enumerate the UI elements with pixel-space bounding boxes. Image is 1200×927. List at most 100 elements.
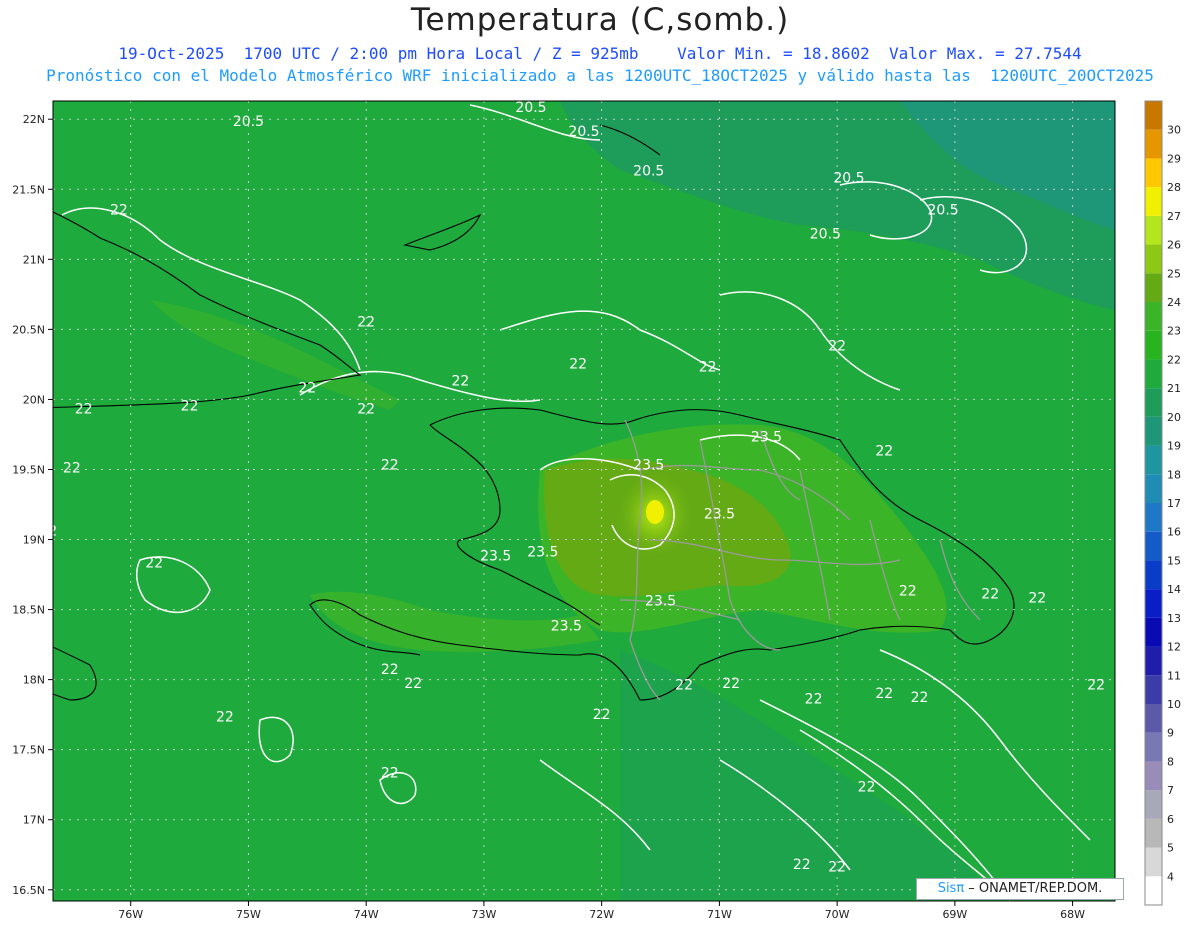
colorbar-level-label: 26: [1167, 239, 1181, 252]
colorbar-swatch: [1145, 187, 1162, 216]
colorbar-level-label: 21: [1167, 382, 1181, 395]
latitude-tick-label: 19.5N: [12, 463, 45, 476]
colorbar-swatch: [1145, 675, 1162, 704]
latitude-tick-label: 21N: [23, 253, 45, 266]
colorbar-level-label: 16: [1167, 526, 1181, 539]
longitude-tick-label: 76W: [118, 908, 143, 921]
latitude-tick-label: 17N: [23, 814, 45, 827]
longitude-tick-label: 74W: [354, 908, 379, 921]
contour-label: 22: [63, 460, 81, 476]
contour-label: 22: [805, 691, 823, 707]
colorbar-swatch: [1145, 273, 1162, 302]
contour-label: 20.5: [928, 202, 959, 218]
colorbar-swatch: [1145, 847, 1162, 877]
latitude-tick-label: 21.5N: [12, 183, 45, 196]
contour-label: 22: [1087, 677, 1105, 693]
colorbar-swatch: [1145, 388, 1162, 417]
colorbar: 4 5 6 7 8 9 10 11 12 13 14 15 16 17 18 19 20 21 22 23 24 25 26…: [1144, 100, 1181, 906]
longitude-tick-label: 75W: [236, 908, 261, 921]
contour-label: 23.5: [527, 544, 558, 560]
colorbar-swatch: [1145, 761, 1162, 791]
colorbar-level-label: 8: [1167, 755, 1174, 768]
colorbar-swatch: [1145, 646, 1162, 676]
colorbar-level-label: 22: [1167, 353, 1181, 366]
contour-label: 23.5: [704, 507, 735, 523]
contour-label: 23.5: [551, 619, 582, 635]
colorbar-swatch: [1145, 732, 1162, 762]
colorbar-swatch: [1145, 244, 1162, 274]
contour-label: 22: [675, 677, 693, 693]
credit-logo: Sisπ: [937, 881, 965, 896]
contour-label: 22: [828, 860, 846, 876]
contour-label: 22: [899, 584, 917, 600]
contour-label: 22: [110, 202, 128, 218]
contour-label: 20.5: [633, 163, 664, 179]
contour-label: 23.5: [480, 549, 511, 565]
colorbar-swatch: [1145, 101, 1162, 130]
colorbar-level-label: 15: [1167, 554, 1181, 567]
contour-label: 23.5: [645, 593, 676, 609]
contour-label: 22: [722, 676, 740, 692]
contour-label: 22: [381, 662, 399, 678]
contour-label: 20.5: [233, 114, 264, 130]
colorbar-level-label: 12: [1167, 641, 1181, 654]
colorbar-level-label: 30: [1167, 124, 1181, 137]
temperature-map: 20.5 20.5 20.5 20.5 20.5 20.5 20.5 22 22 22 22 22 22…: [12, 100, 1181, 921]
colorbar-swatch: [1145, 818, 1162, 848]
colorbar-level-label: 18: [1167, 468, 1181, 481]
contour-label: 22: [181, 399, 199, 415]
colorbar-level-label: 9: [1167, 727, 1174, 740]
latitude-tick-label: 18N: [23, 674, 45, 687]
colorbar-swatch: [1145, 876, 1162, 905]
contour-label: 22: [298, 380, 316, 396]
colorbar-swatch: [1145, 129, 1162, 159]
contour-label: 22: [875, 443, 893, 459]
contour-label: 22: [828, 338, 846, 354]
latitude-tick-label: 18.5N: [12, 604, 45, 617]
latitude-tick-label: 19N: [23, 534, 45, 547]
colorbar-swatch: [1145, 215, 1162, 245]
colorbar-level-label: 19: [1167, 440, 1181, 453]
colorbar-level-label: 28: [1167, 181, 1181, 194]
contour-label: 23.5: [751, 429, 782, 445]
colorbar-swatch: [1145, 704, 1162, 733]
colorbar-level-label: 4: [1167, 870, 1174, 883]
colorbar-level-label: 23: [1167, 325, 1181, 338]
credit-box: Sisπ – ONAMET/REP.DOM.: [916, 878, 1124, 900]
colorbar-swatch: [1145, 503, 1162, 532]
colorbar-level-label: 10: [1167, 698, 1181, 711]
colorbar-swatch: [1145, 359, 1162, 389]
colorbar-swatch: [1145, 302, 1162, 331]
colorbar-level-label: 25: [1167, 267, 1181, 280]
warm-peak: [646, 500, 664, 524]
colorbar-swatch: [1145, 474, 1162, 503]
latitude-tick-label: 17.5N: [12, 744, 45, 757]
colorbar-level-label: 6: [1167, 813, 1174, 826]
colorbar-swatch: [1145, 531, 1162, 561]
colorbar-level-label: 24: [1167, 296, 1181, 309]
contour-label: 22: [875, 686, 893, 702]
latitude-tick-label: 22N: [23, 113, 45, 126]
longitude-axis: 76W 75W 74W 73W 72W 71W 70W 69W 68W: [118, 901, 1085, 921]
longitude-tick-label: 71W: [707, 908, 732, 921]
longitude-tick-label: 70W: [825, 908, 850, 921]
contour-label: 22: [381, 766, 399, 782]
contour-label: 20.5: [515, 100, 546, 116]
contour-label: 22: [858, 780, 876, 796]
colorbar-level-label: 5: [1167, 842, 1174, 855]
contour-label: 22: [981, 586, 999, 602]
longitude-tick-label: 69W: [942, 908, 967, 921]
contour-label: 22: [569, 357, 587, 373]
contour-label: 22: [793, 857, 811, 873]
colorbar-swatch: [1145, 589, 1162, 618]
colorbar-level-label: 11: [1167, 669, 1181, 682]
latitude-axis: 22N 21.5N 21N 20.5N 20N 19.5N 19N 18.5N 18N 17.5N…: [12, 113, 53, 897]
colorbar-level-label: 7: [1167, 784, 1174, 797]
contour-label: 22: [75, 401, 93, 417]
contour-label: 22: [404, 676, 422, 692]
contour-label: 20.5: [833, 170, 864, 186]
colorbar-level-label: 13: [1167, 612, 1181, 625]
longitude-tick-label: 73W: [471, 908, 496, 921]
latitude-tick-label: 20N: [23, 393, 45, 406]
colorbar-level-label: 20: [1167, 411, 1181, 424]
